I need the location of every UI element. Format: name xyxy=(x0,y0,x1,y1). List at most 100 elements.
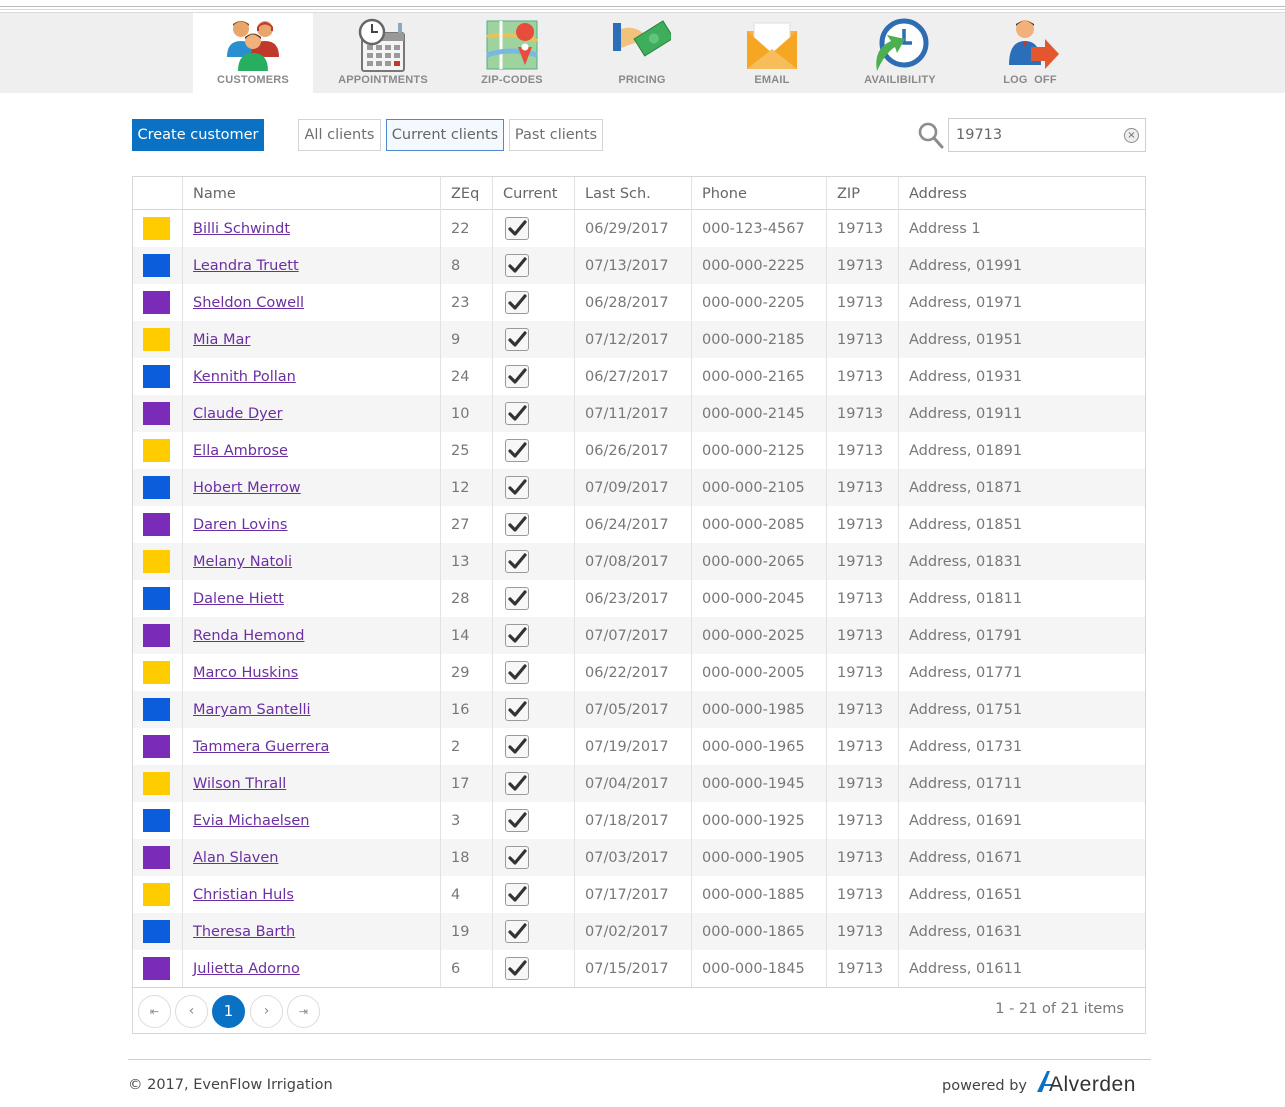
current-checkbox[interactable] xyxy=(505,217,529,240)
customer-name-link[interactable]: Melany Natoli xyxy=(193,554,292,570)
table-row[interactable]: Sheldon Cowell 23 06/28/2017 000-000-2205 19… xyxy=(133,284,1145,321)
nav-availability[interactable]: AVAILIBILITY xyxy=(840,13,960,94)
current-checkbox[interactable] xyxy=(505,957,529,980)
current-checkbox[interactable] xyxy=(505,772,529,795)
checkmark-icon xyxy=(508,294,527,310)
current-checkbox[interactable] xyxy=(505,735,529,758)
table-row[interactable]: Melany Natoli 13 07/08/2017 000-000-2065 197… xyxy=(133,543,1145,580)
alverden-logo[interactable]: Alverden xyxy=(1034,1067,1148,1097)
table-row[interactable]: Julietta Adorno 6 07/15/2017 000-000-1845 19… xyxy=(133,950,1145,987)
last-page-button[interactable]: ⇥ xyxy=(287,995,320,1028)
current-checkbox[interactable] xyxy=(505,476,529,499)
current-checkbox[interactable] xyxy=(505,550,529,573)
customer-name-link[interactable]: Evia Michaelsen xyxy=(193,813,309,829)
current-checkbox[interactable] xyxy=(505,291,529,314)
customer-name-link[interactable]: Julietta Adorno xyxy=(193,961,300,977)
nav-log-off[interactable]: LOG OFF xyxy=(970,13,1090,94)
current-checkbox[interactable] xyxy=(505,439,529,462)
customer-name-link[interactable]: Ella Ambrose xyxy=(193,443,288,459)
nav-customers[interactable]: CUSTOMERS xyxy=(193,13,313,94)
table-row[interactable]: Christian Huls 4 07/17/2017 000-000-1885 197… xyxy=(133,876,1145,913)
column-header-phone[interactable]: Phone xyxy=(691,177,826,210)
column-header-address[interactable]: Address xyxy=(898,177,1145,210)
search-icon[interactable] xyxy=(918,121,944,149)
table-row[interactable]: Marco Huskins 29 06/22/2017 000-000-2005 197… xyxy=(133,654,1145,691)
first-page-button[interactable]: ⇤ xyxy=(138,995,171,1028)
table-row[interactable]: Mia Mar 9 07/12/2017 000-000-2185 19713 Addre… xyxy=(133,321,1145,358)
current-checkbox[interactable] xyxy=(505,328,529,351)
customer-name-link[interactable]: Alan Slaven xyxy=(193,850,278,866)
customer-name-link[interactable]: Dalene Hiett xyxy=(193,591,284,607)
table-row[interactable]: Dalene Hiett 28 06/23/2017 000-000-2045 1971… xyxy=(133,580,1145,617)
column-header-zip[interactable]: ZIP xyxy=(826,177,898,210)
customer-name-link[interactable]: Wilson Thrall xyxy=(193,776,286,792)
table-row[interactable]: Hobert Merrow 12 07/09/2017 000-000-2105 197… xyxy=(133,469,1145,506)
table-row[interactable]: Wilson Thrall 17 07/04/2017 000-000-1945 197… xyxy=(133,765,1145,802)
cell-zip: 19713 xyxy=(826,839,898,876)
customer-name-link[interactable]: Kennith Pollan xyxy=(193,369,296,385)
table-row[interactable]: Ella Ambrose 25 06/26/2017 000-000-2125 1971… xyxy=(133,432,1145,469)
current-checkbox[interactable] xyxy=(505,920,529,943)
nav-pricing[interactable]: PRICING xyxy=(582,13,702,94)
nav-appointments[interactable]: APPOINTMENTS xyxy=(323,13,443,94)
current-checkbox[interactable] xyxy=(505,883,529,906)
customer-name-link[interactable]: Sheldon Cowell xyxy=(193,295,304,311)
current-checkbox[interactable] xyxy=(505,624,529,647)
table-row[interactable]: Billi Schwindt 22 06/29/2017 000-123-4567 19… xyxy=(133,210,1145,247)
table-row[interactable]: Evia Michaelsen 3 07/18/2017 000-000-1925 19… xyxy=(133,802,1145,839)
current-checkbox[interactable] xyxy=(505,661,529,684)
current-checkbox[interactable] xyxy=(505,513,529,536)
table-row[interactable]: Theresa Barth 19 07/02/2017 000-000-1865 197… xyxy=(133,913,1145,950)
customer-name-link[interactable]: Marco Huskins xyxy=(193,665,298,681)
page-button-current[interactable]: 1 xyxy=(212,995,245,1028)
color-swatch xyxy=(143,217,170,240)
cell-zip: 19713 xyxy=(826,728,898,765)
table-row[interactable]: Maryam Santelli 16 07/05/2017 000-000-1985 1… xyxy=(133,691,1145,728)
search-input[interactable] xyxy=(949,119,1119,151)
clear-search-icon[interactable]: × xyxy=(1124,128,1139,143)
column-header-current[interactable]: Current xyxy=(492,177,574,210)
cell-last: 07/09/2017 xyxy=(574,469,691,506)
filter-past-clients-button[interactable]: Past clients xyxy=(509,119,603,151)
cell-last: 06/26/2017 xyxy=(574,432,691,469)
customer-name-link[interactable]: Renda Hemond xyxy=(193,628,304,644)
next-page-button[interactable]: › xyxy=(250,995,283,1028)
table-row[interactable]: Daren Lovins 27 06/24/2017 000-000-2085 1971… xyxy=(133,506,1145,543)
customer-name-link[interactable]: Maryam Santelli xyxy=(193,702,311,718)
table-row[interactable]: Alan Slaven 18 07/03/2017 000-000-1905 19713… xyxy=(133,839,1145,876)
customer-name-link[interactable]: Leandra Truett xyxy=(193,258,299,274)
customer-name-link[interactable]: Daren Lovins xyxy=(193,517,287,533)
customer-name-link[interactable]: Mia Mar xyxy=(193,332,250,348)
create-customer-button[interactable]: Create customer xyxy=(132,119,264,151)
filter-all-clients-button[interactable]: All clients xyxy=(298,119,381,151)
current-checkbox[interactable] xyxy=(505,365,529,388)
table-row[interactable]: Leandra Truett 8 07/13/2017 000-000-2225 197… xyxy=(133,247,1145,284)
customer-name-link[interactable]: Billi Schwindt xyxy=(193,221,290,237)
current-checkbox[interactable] xyxy=(505,254,529,277)
customer-name-link[interactable]: Theresa Barth xyxy=(193,924,295,940)
column-header-last-sch[interactable]: Last Sch. xyxy=(574,177,691,210)
nav-email[interactable]: EMAIL xyxy=(712,13,832,94)
current-checkbox[interactable] xyxy=(505,698,529,721)
current-checkbox[interactable] xyxy=(505,402,529,425)
previous-page-button[interactable]: ‹ xyxy=(175,995,208,1028)
table-row[interactable]: Claude Dyer 10 07/11/2017 000-000-2145 19713… xyxy=(133,395,1145,432)
customer-name-link[interactable]: Christian Huls xyxy=(193,887,294,903)
current-checkbox[interactable] xyxy=(505,846,529,869)
color-swatch xyxy=(143,513,170,536)
column-header-name[interactable]: Name xyxy=(182,177,440,210)
column-header-zeq[interactable]: ZEq xyxy=(440,177,492,210)
table-row[interactable]: Tammera Guerrera 2 07/19/2017 000-000-1965 1… xyxy=(133,728,1145,765)
table-row[interactable]: Renda Hemond 14 07/07/2017 000-000-2025 1971… xyxy=(133,617,1145,654)
table-row[interactable]: Kennith Pollan 24 06/27/2017 000-000-2165 19… xyxy=(133,358,1145,395)
customer-name-link[interactable]: Claude Dyer xyxy=(193,406,283,422)
customer-name-link[interactable]: Hobert Merrow xyxy=(193,480,301,496)
checkmark-icon xyxy=(508,220,527,236)
cell-last: 06/22/2017 xyxy=(574,654,691,691)
customer-name-link[interactable]: Tammera Guerrera xyxy=(193,739,329,755)
cell-address: Address, 01871 xyxy=(898,469,1145,506)
current-checkbox[interactable] xyxy=(505,809,529,832)
nav-zip-codes[interactable]: ZIP-CODES xyxy=(452,13,572,94)
current-checkbox[interactable] xyxy=(505,587,529,610)
filter-current-clients-button[interactable]: Current clients xyxy=(386,119,504,151)
